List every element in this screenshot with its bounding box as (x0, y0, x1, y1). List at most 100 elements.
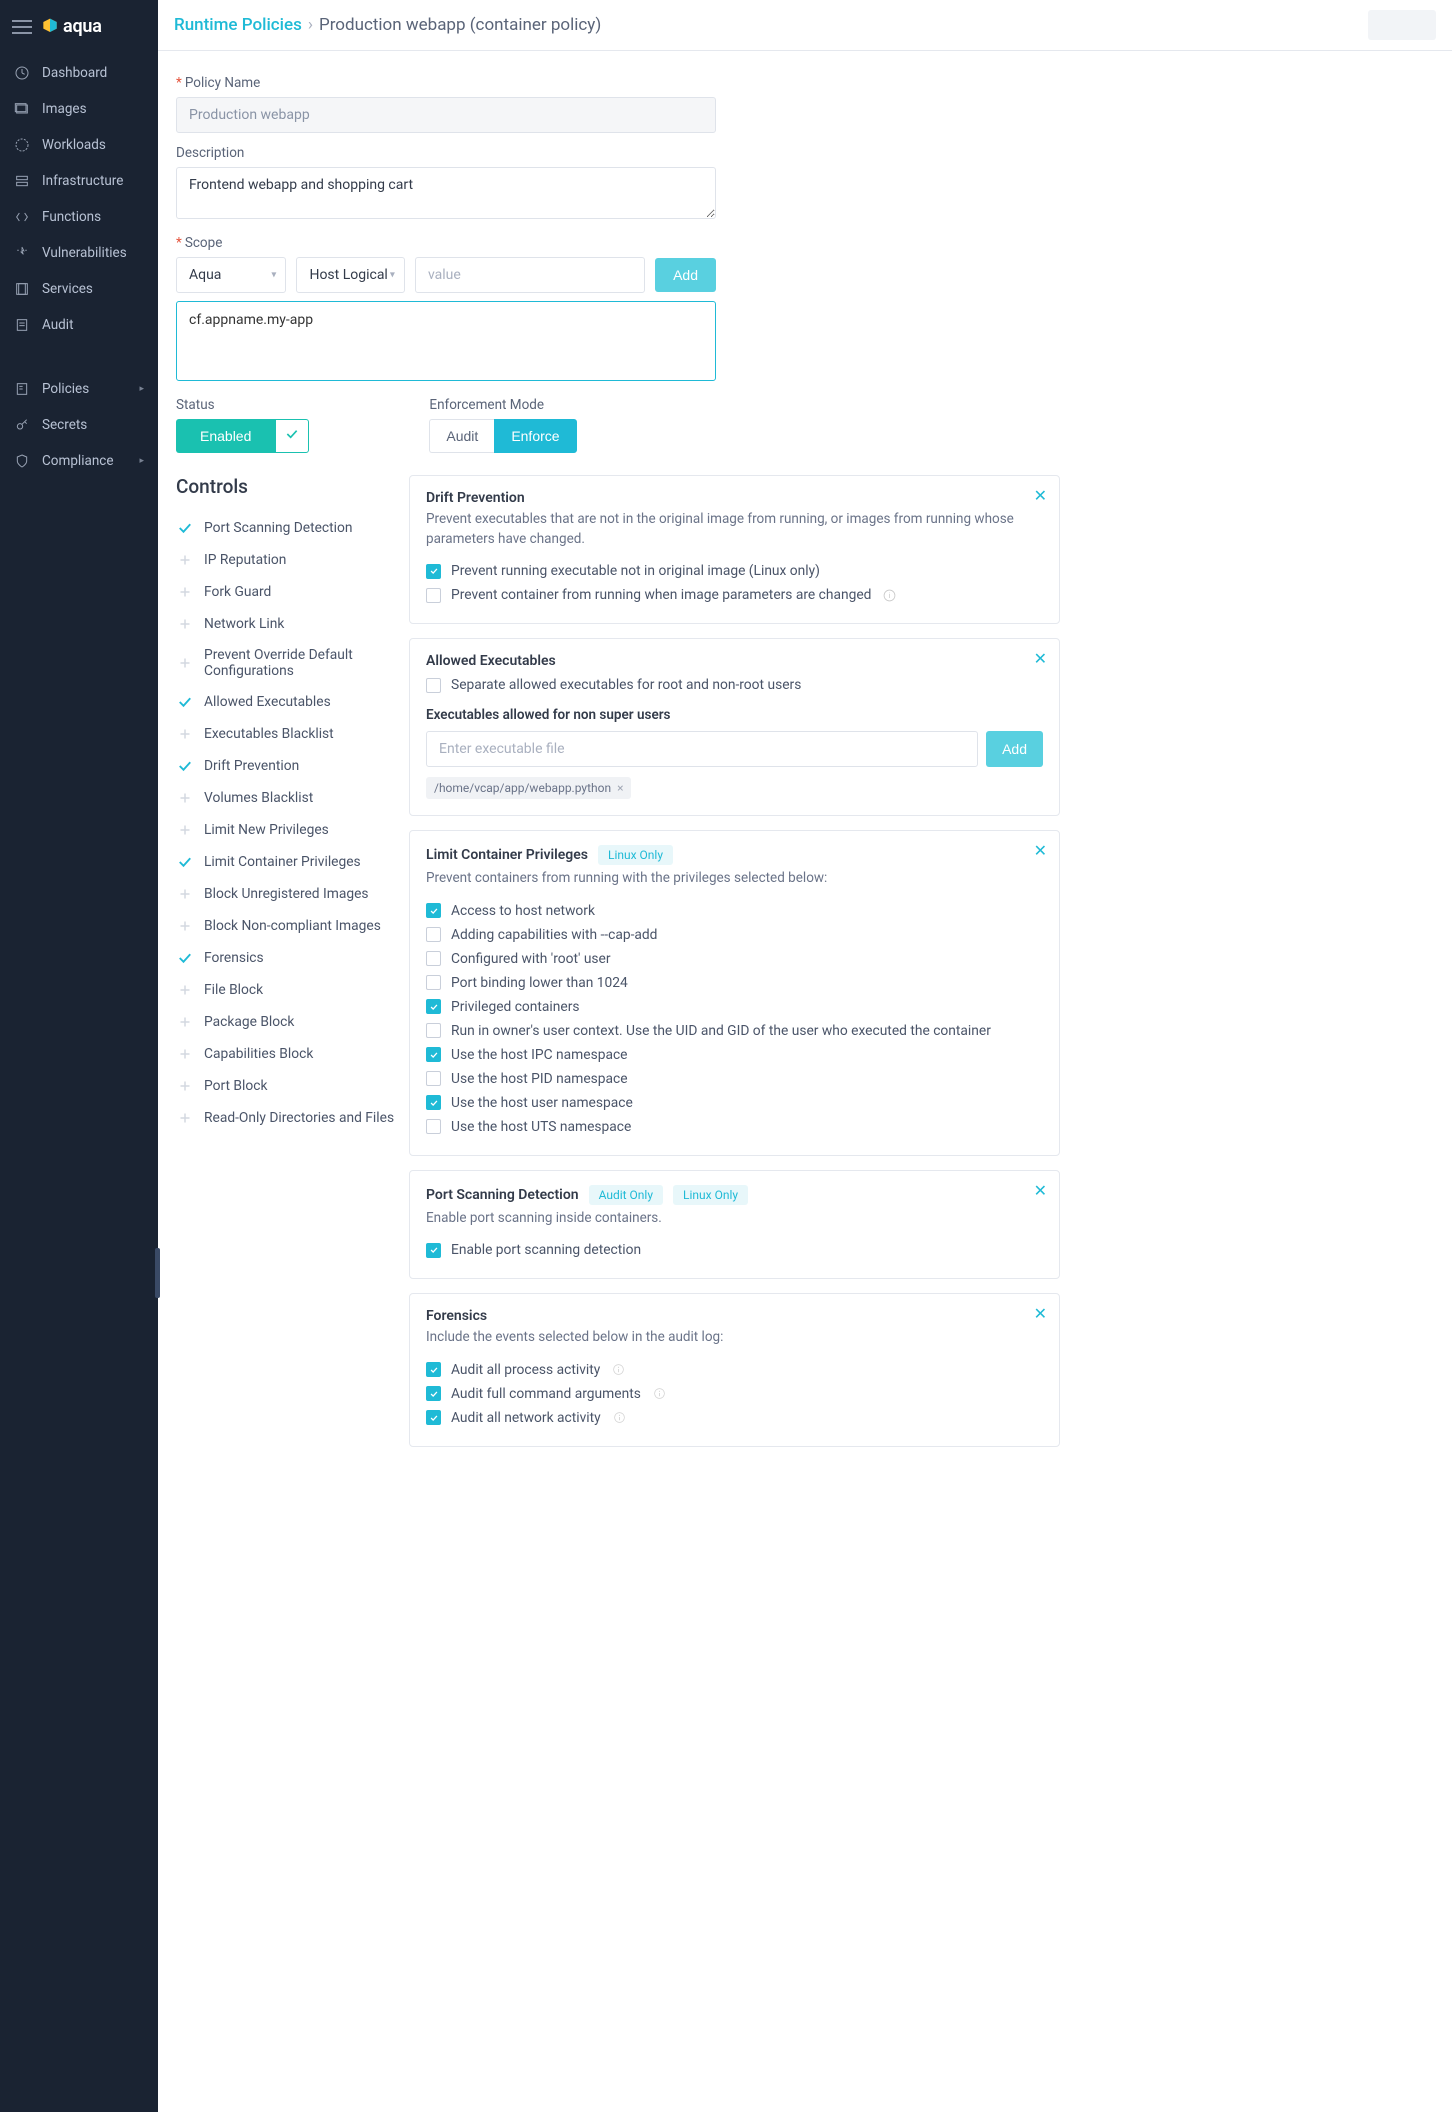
nav-label: Images (42, 101, 144, 117)
close-icon[interactable]: ✕ (1034, 649, 1047, 668)
functions-icon (14, 209, 30, 225)
checkbox[interactable] (426, 1386, 441, 1401)
checkbox[interactable] (426, 588, 441, 603)
description-input[interactable] (176, 167, 716, 219)
checkbox[interactable] (426, 1071, 441, 1086)
exec-sublabel: Executables allowed for non super users (426, 707, 1043, 723)
nav-item-dashboard[interactable]: Dashboard (0, 55, 158, 91)
images-icon (14, 101, 30, 117)
control-item[interactable]: IP Reputation (176, 544, 399, 576)
control-label: Capabilities Block (204, 1046, 313, 1062)
control-item[interactable]: Volumes Blacklist (176, 782, 399, 814)
nav-label: Policies (42, 381, 127, 397)
control-item[interactable]: Forensics (176, 942, 399, 974)
nav-item-images[interactable]: Images (0, 91, 158, 127)
control-item[interactable]: Executables Blacklist (176, 718, 399, 750)
sidebar-resize-handle[interactable] (155, 1248, 160, 1298)
control-label: IP Reputation (204, 552, 286, 568)
checkbox[interactable] (426, 1095, 441, 1110)
control-item[interactable]: Port Block (176, 1070, 399, 1102)
checkbox[interactable] (426, 564, 441, 579)
executable-input[interactable] (426, 731, 978, 767)
executable-add-button[interactable]: Add (986, 731, 1043, 767)
control-item[interactable]: Capabilities Block (176, 1038, 399, 1070)
close-icon[interactable]: ✕ (1034, 486, 1047, 505)
dashboard-icon (14, 65, 30, 81)
control-item[interactable]: Network Link (176, 608, 399, 640)
scope-select-type[interactable] (176, 257, 286, 293)
checkbox[interactable] (426, 951, 441, 966)
control-item[interactable]: Prevent Override Default Configurations (176, 640, 399, 686)
scope-select-key[interactable] (296, 257, 404, 293)
checkbox[interactable] (426, 1119, 441, 1134)
info-icon (612, 1363, 625, 1376)
audit-only-badge: Audit Only (589, 1185, 663, 1205)
enforcement-audit-button[interactable]: Audit (429, 419, 494, 453)
close-icon[interactable]: ✕ (1034, 1181, 1047, 1200)
topbar-action[interactable] (1368, 10, 1436, 40)
control-item[interactable]: Limit New Privileges (176, 814, 399, 846)
nav-item-compliance[interactable]: Compliance▸ (0, 443, 158, 479)
checkbox[interactable] (426, 1023, 441, 1038)
info-icon (613, 1411, 626, 1424)
control-item[interactable]: Port Scanning Detection (176, 512, 399, 544)
control-item[interactable]: Block Non-compliant Images (176, 910, 399, 942)
control-item[interactable]: Limit Container Privileges (176, 846, 399, 878)
option-label: Separate allowed executables for root an… (451, 677, 801, 693)
breadcrumb-root[interactable]: Runtime Policies (174, 15, 302, 35)
plus-icon (176, 1013, 194, 1031)
control-label: Executables Blacklist (204, 726, 334, 742)
plus-icon (176, 551, 194, 569)
control-item[interactable]: Read-Only Directories and Files (176, 1102, 399, 1134)
scope-add-button[interactable]: Add (655, 258, 716, 292)
nav-item-audit[interactable]: Audit (0, 307, 158, 343)
nav-item-vulnerabilities[interactable]: Vulnerabilities (0, 235, 158, 271)
close-icon[interactable]: ✕ (1034, 1304, 1047, 1323)
control-item[interactable]: Fork Guard (176, 576, 399, 608)
tag-remove-icon[interactable]: × (617, 781, 623, 795)
control-label: Read-Only Directories and Files (204, 1110, 394, 1126)
nav-item-workloads[interactable]: Workloads (0, 127, 158, 163)
checkbox[interactable] (426, 903, 441, 918)
panel-port-scanning: ✕ Port Scanning Detection Audit Only Lin… (409, 1170, 1060, 1280)
close-icon[interactable]: ✕ (1034, 841, 1047, 860)
panel-allowed-executables: ✕ Allowed Executables Separate allowed e… (409, 638, 1060, 816)
logo[interactable]: aqua (40, 16, 102, 37)
checkbox[interactable] (426, 1243, 441, 1258)
checkbox[interactable] (426, 999, 441, 1014)
status-check-icon[interactable] (275, 419, 309, 453)
nav-item-infrastructure[interactable]: Infrastructure (0, 163, 158, 199)
checkbox[interactable] (426, 975, 441, 990)
checkbox[interactable] (426, 927, 441, 942)
status-enabled-button[interactable]: Enabled (176, 419, 275, 453)
nav-item-policies[interactable]: Policies▸ (0, 371, 158, 407)
nav-item-secrets[interactable]: Secrets (0, 407, 158, 443)
option-label: Port binding lower than 1024 (451, 975, 628, 991)
info-icon (653, 1387, 666, 1400)
panel-desc: Prevent containers from running with the… (426, 869, 1043, 889)
checkbox[interactable] (426, 1362, 441, 1377)
checkbox[interactable] (426, 1410, 441, 1425)
panel-desc: Include the events selected below in the… (426, 1328, 1043, 1348)
option-label: Use the host PID namespace (451, 1071, 628, 1087)
scope-tags[interactable]: cf.appname.my-app (176, 301, 716, 381)
scope-value-input[interactable] (415, 257, 645, 293)
nav-item-functions[interactable]: Functions (0, 199, 158, 235)
option-label: Use the host user namespace (451, 1095, 633, 1111)
control-item[interactable]: Package Block (176, 1006, 399, 1038)
option-label: Use the host IPC namespace (451, 1047, 628, 1063)
control-label: Block Non-compliant Images (204, 918, 381, 934)
enforcement-enforce-button[interactable]: Enforce (494, 419, 576, 453)
control-label: Package Block (204, 1014, 294, 1030)
checkbox[interactable] (426, 1047, 441, 1062)
control-item[interactable]: File Block (176, 974, 399, 1006)
description-label: Description (176, 145, 1060, 161)
plus-icon (176, 917, 194, 935)
nav-item-services[interactable]: Services (0, 271, 158, 307)
menu-icon[interactable] (12, 20, 32, 34)
checkbox[interactable] (426, 678, 441, 693)
control-item[interactable]: Drift Prevention (176, 750, 399, 782)
control-item[interactable]: Allowed Executables (176, 686, 399, 718)
audit-icon (14, 317, 30, 333)
control-item[interactable]: Block Unregistered Images (176, 878, 399, 910)
